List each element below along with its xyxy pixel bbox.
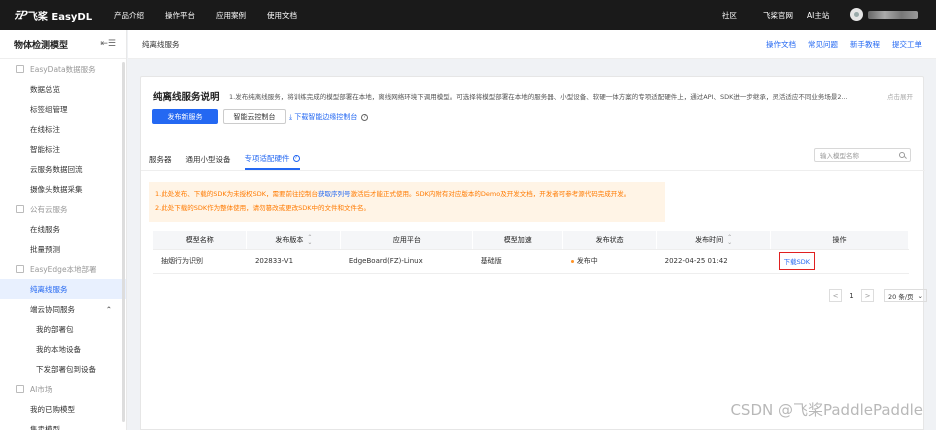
get-serial-link[interactable]: 获取序列号 — [318, 190, 351, 198]
notice-box: 1.此处发布、下载的SDK为未授权SDK，需要前往控制台获取序列号激活后才能正式… — [149, 182, 665, 222]
sidebar-item-purchased-models[interactable]: 我的已购模型 — [0, 399, 126, 419]
col-action: 操作 — [770, 231, 909, 250]
cell-model-name: 抽烟行为识别 — [153, 249, 247, 274]
topnav-link-platform[interactable]: 操作平台 — [165, 10, 195, 21]
download-edge-console-link[interactable]: ⤓ 下载智能边缘控制台 ? — [289, 112, 369, 122]
sidebar-item-online-annotation[interactable]: 在线标注 — [0, 119, 126, 139]
sidebar-group-public-cloud: 公有云服务 — [0, 199, 126, 219]
publish-service-button[interactable]: 发布新服务 — [152, 109, 218, 124]
service-table: 模型名称 发布版本 ⌃ ⌄ 应用平台 模型加速 发布状态 发布时间 ⌃ ⌄ 操作 抽烟行… — [153, 231, 909, 274]
sidebar-item-offline-service[interactable]: 纯离线服务 — [0, 279, 126, 299]
market-icon — [16, 385, 24, 393]
search-icon[interactable] — [899, 152, 905, 158]
sidebar-item-my-packages[interactable]: 我的部署包 — [0, 319, 126, 339]
sidebar-item-push-package[interactable]: 下发部署包到设备 — [0, 359, 126, 379]
next-page-button[interactable]: > — [861, 289, 874, 302]
sidebar-scrollbar[interactable] — [122, 62, 125, 422]
sidebar-item-batch-predict[interactable]: 批量预测 — [0, 239, 126, 259]
data-service-icon — [16, 65, 24, 73]
tab-divider — [141, 170, 925, 171]
table-header-row: 模型名称 发布版本 ⌃ ⌄ 应用平台 模型加速 发布状态 发布时间 ⌃ ⌄ 操作 — [153, 231, 909, 250]
cloud-console-button[interactable]: 智能云控制台 — [223, 109, 286, 124]
sidebar-item-data-overview[interactable]: 数据总览 — [0, 79, 126, 99]
sidebar-title: 物体检测模型 — [14, 40, 69, 51]
sidebar-item-online-service[interactable]: 在线服务 — [0, 219, 126, 239]
topnav-link-paddle-site[interactable]: 飞桨官网 — [763, 10, 793, 21]
topnav-link-docs[interactable]: 使用文档 — [267, 10, 297, 21]
cloud-service-icon — [16, 205, 24, 213]
current-page[interactable]: 1 — [846, 292, 857, 300]
expand-link[interactable]: 点击展开 — [887, 91, 913, 101]
sidebar-item-sell-models[interactable]: 售卖模型 — [0, 419, 126, 430]
topnav-link-ai-main[interactable]: AI主站 — [807, 10, 829, 21]
table-row: 抽烟行为识别 202833-V1 EdgeBoard(FZ)-Linux 基础版… — [153, 249, 909, 274]
download-sdk-button[interactable]: 下载SDK — [778, 252, 815, 270]
help-links: 操作文档 常见问题 新手教程 提交工单 — [754, 39, 922, 50]
main-content: 纯离线服务 操作文档 常见问题 新手教程 提交工单 纯离线服务说明 1.发布纯离… — [128, 30, 936, 430]
chevron-up-icon: ⌃ — [105, 304, 112, 314]
model-search-input[interactable]: 输入模型名称 — [814, 148, 911, 162]
sidebar-group-ai-market: AI市场 — [0, 379, 126, 399]
sort-icon[interactable]: ⌃ ⌄ — [307, 234, 312, 245]
notice-line-2: 2.此处下载的SDK作为整体使用，请勿篡改或更改SDK中的文件和文件名。 — [155, 204, 370, 212]
cell-time: 2022-04-25 01:42 — [656, 249, 771, 274]
sidebar-item-cloud-data-reflow[interactable]: 云服务数据回流 — [0, 159, 126, 179]
col-status: 发布状态 — [562, 231, 658, 250]
status-dot-icon — [570, 259, 574, 263]
cell-action: 下载SDK — [770, 249, 909, 274]
col-model-name: 模型名称 — [153, 231, 248, 250]
breadcrumb: 纯离线服务 — [142, 39, 180, 49]
top-navbar: ﾃ𝑃 飞桨 EasyDL 产品介绍 操作平台 应用案例 使用文档 社区 飞桨官网… — [0, 0, 936, 30]
page-size-select[interactable]: 20 条/页 ⌄ — [884, 289, 927, 302]
sidebar-item-smart-annotation[interactable]: 智能标注 — [0, 139, 126, 159]
topnav-link-product[interactable]: 产品介绍 — [114, 10, 144, 21]
paddle-logo-icon: ﾃ𝑃 — [14, 9, 26, 22]
notice-line-1: 1.此处发布、下载的SDK为未授权SDK，需要前往控制台获取序列号激活后才能正式… — [155, 190, 631, 198]
user-avatar-icon[interactable] — [850, 8, 863, 21]
link-faq[interactable]: 常见问题 — [808, 39, 838, 50]
sidebar-group-easydata: EasyData数据服务 — [0, 59, 126, 79]
cell-status: 发布中 — [562, 249, 657, 274]
breadcrumb-bar: 纯离线服务 操作文档 常见问题 新手教程 提交工单 — [128, 30, 936, 59]
logo[interactable]: ﾃ𝑃 飞桨 EasyDL — [14, 7, 102, 23]
link-operation-docs[interactable]: 操作文档 — [766, 39, 796, 50]
tab-server[interactable]: 服务器 — [149, 148, 172, 170]
chevron-down-icon: ⌄ — [917, 291, 923, 300]
link-tutorial[interactable]: 新手教程 — [850, 39, 880, 50]
sidebar-header: 物体检测模型 ⇤☰ — [0, 30, 126, 59]
col-version[interactable]: 发布版本 ⌃ ⌄ — [246, 231, 342, 250]
watermark: CSDN @飞桨PaddlePaddle — [730, 401, 923, 419]
sidebar: 物体检测模型 ⇤☰ EasyData数据服务 数据总览 标签组管理 在线标注 智… — [0, 30, 127, 430]
topnav-link-cases[interactable]: 应用案例 — [216, 10, 246, 21]
col-time[interactable]: 发布时间 ⌃ ⌄ — [656, 231, 772, 250]
collapse-menu-icon[interactable]: ⇤☰ — [100, 39, 116, 49]
tab-dedicated-hardware[interactable]: 专项适配硬件? — [244, 148, 300, 170]
cell-platform: EdgeBoard(FZ)-Linux — [340, 249, 473, 274]
col-accel: 模型加速 — [472, 231, 564, 250]
sidebar-item-label-groups[interactable]: 标签组管理 — [0, 99, 126, 119]
sort-icon[interactable]: ⌃ ⌄ — [727, 234, 732, 245]
sidebar-item-edge-cloud[interactable]: 端云协同服务 ⌃ — [0, 299, 126, 319]
topnav-links: 产品介绍 操作平台 应用案例 使用文档 — [114, 10, 318, 21]
prev-page-button[interactable]: < — [829, 289, 842, 302]
sidebar-item-camera-collection[interactable]: 摄像头数据采集 — [0, 179, 126, 199]
username-blurred[interactable] — [868, 11, 918, 19]
sidebar-group-easyedge: EasyEdge本地部署 — [0, 259, 126, 279]
help-icon[interactable]: ? — [361, 113, 369, 121]
tab-bar: 服务器 通用小型设备 专项适配硬件? — [149, 148, 314, 170]
cell-version: 202833-V1 — [246, 249, 341, 274]
edge-deploy-icon — [16, 265, 24, 273]
intro-description: 1.发布纯离线服务，将训练完成的模型部署在本地，离线网络环境下调用模型。可选择将… — [229, 93, 848, 101]
help-icon[interactable]: ? — [292, 154, 300, 162]
pagination: < 1 > 20 条/页 ⌄ — [829, 289, 927, 302]
logo-text: 飞桨 EasyDL — [27, 11, 93, 23]
col-platform: 应用平台 — [340, 231, 474, 250]
tab-small-device[interactable]: 通用小型设备 — [186, 148, 231, 170]
link-submit-ticket[interactable]: 提交工单 — [892, 39, 922, 50]
intro-title: 纯离线服务说明 — [153, 92, 220, 103]
topnav-link-community[interactable]: 社区 — [722, 10, 737, 21]
service-panel: 服务器 通用小型设备 专项适配硬件? 输入模型名称 1.此处发布、下载的SDK为… — [140, 142, 927, 430]
cell-accel: 基础版 — [472, 249, 563, 274]
sidebar-item-my-devices[interactable]: 我的本地设备 — [0, 339, 126, 359]
